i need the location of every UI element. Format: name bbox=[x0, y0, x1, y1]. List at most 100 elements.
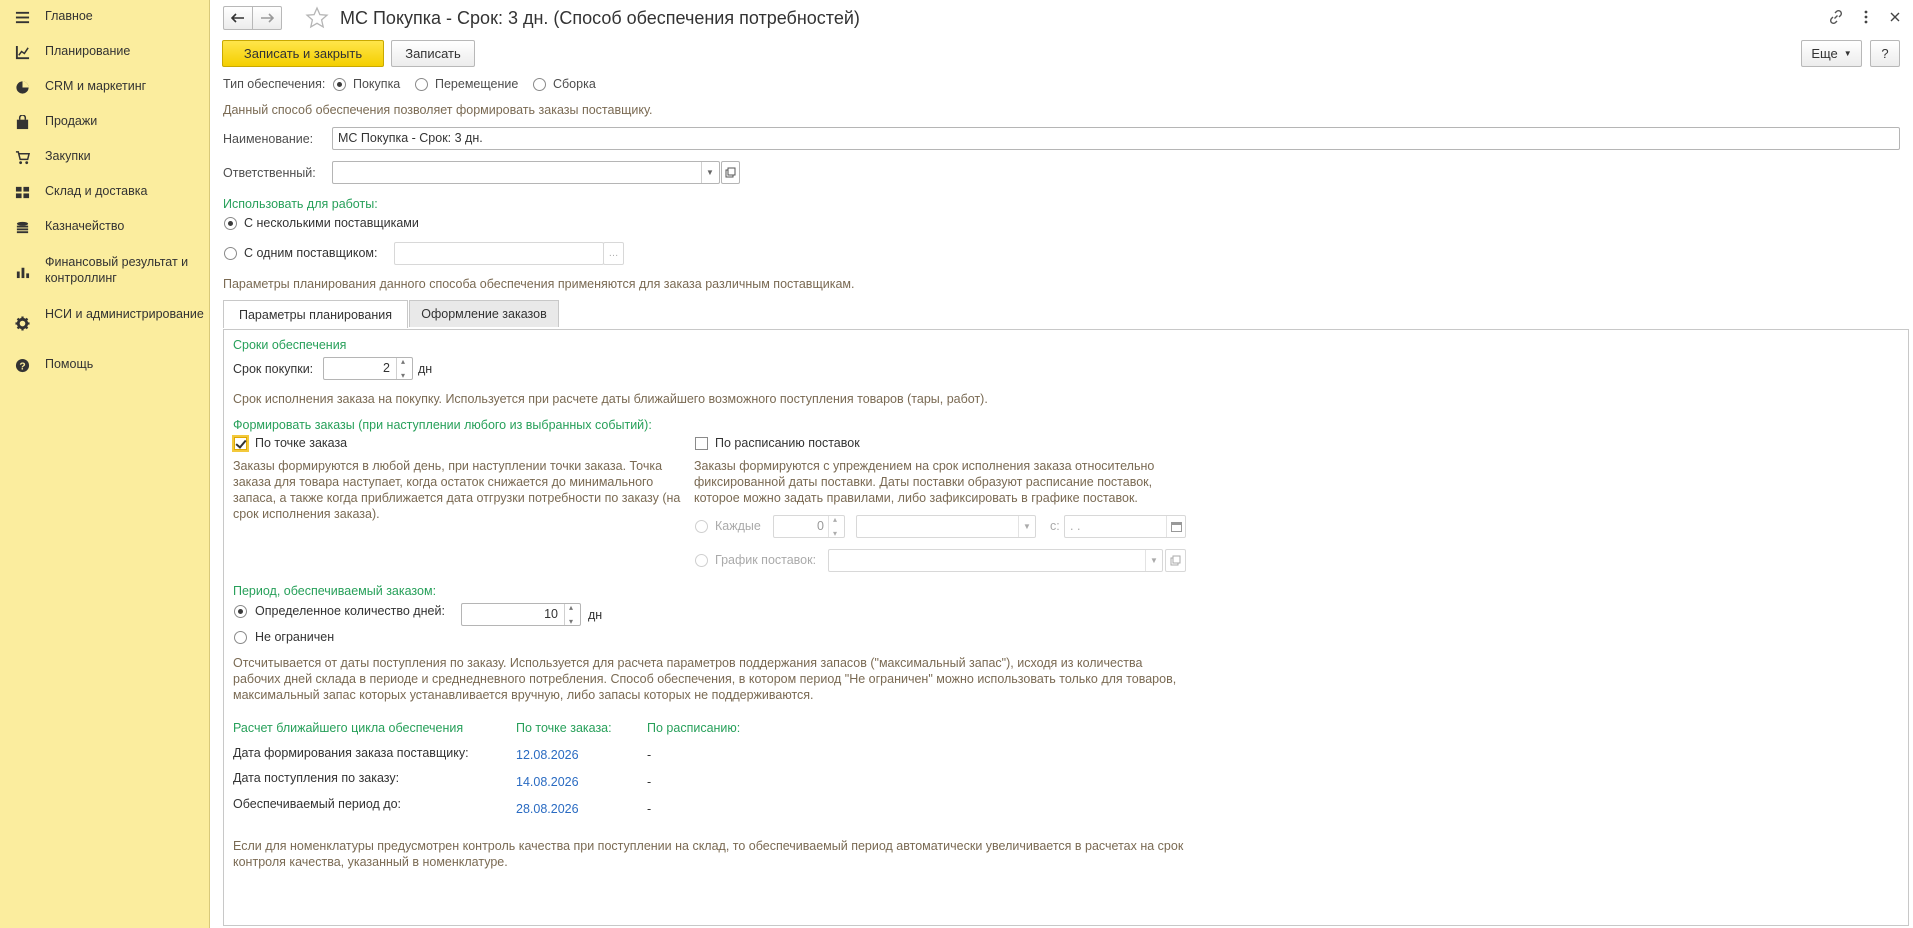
supply-type-transfer-label[interactable]: Перемещение bbox=[435, 77, 518, 91]
by-order-point-checkbox[interactable] bbox=[234, 437, 247, 450]
save-button[interactable]: Записать bbox=[391, 40, 475, 67]
sidebar-item-help[interactable]: ? Помощь bbox=[0, 356, 210, 374]
responsible-dropdown-icon[interactable]: ▼ bbox=[701, 162, 718, 183]
name-input[interactable]: МС Покупка - Срок: 3 дн. bbox=[332, 127, 1900, 150]
schedule-input[interactable] bbox=[828, 549, 1163, 572]
sidebar-item-crm[interactable]: CRM и маркетинг bbox=[0, 78, 210, 96]
cycle-row-schedule-date: - bbox=[647, 775, 652, 789]
responsible-label: Ответственный: bbox=[223, 166, 316, 180]
schedule-radio[interactable] bbox=[695, 554, 708, 567]
supply-type-note: Данный способ обеспечения позволяет форм… bbox=[223, 103, 653, 117]
bar-chart-icon bbox=[14, 263, 30, 279]
sidebar-item-main[interactable]: Главное bbox=[0, 8, 210, 26]
period-unlimited-label[interactable]: Не ограничен bbox=[255, 630, 334, 644]
gear-icon bbox=[14, 315, 30, 331]
name-label: Наименование: bbox=[223, 132, 314, 146]
chevron-down-icon: ▼ bbox=[1843, 49, 1852, 58]
cycle-row-point-date[interactable]: 14.08.2026 bbox=[516, 775, 579, 789]
by-schedule-label[interactable]: По расписанию поставок bbox=[715, 436, 860, 450]
every-period-dropdown-icon[interactable]: ▼ bbox=[1018, 516, 1035, 537]
cycle-row-schedule-date: - bbox=[647, 748, 652, 762]
supply-type-purchase-label[interactable]: Покупка bbox=[353, 77, 400, 91]
use-for-work-heading: Использовать для работы: bbox=[223, 197, 378, 211]
sidebar-item-label: Закупки bbox=[45, 149, 91, 163]
purchase-term-label: Срок покупки: bbox=[233, 362, 314, 376]
period-days-stepper[interactable] bbox=[564, 603, 580, 626]
more-vertical-icon[interactable] bbox=[1861, 9, 1871, 25]
form-orders-heading: Формировать заказы (при наступлении любо… bbox=[233, 418, 652, 432]
one-supplier-radio[interactable] bbox=[224, 247, 237, 260]
sidebar-item-sales[interactable]: Продажи bbox=[0, 113, 210, 131]
cycle-row-point-date[interactable]: 28.08.2026 bbox=[516, 802, 579, 816]
open-schedule-icon[interactable] bbox=[1165, 549, 1186, 572]
cycle-col-schedule: По расписанию: bbox=[647, 721, 741, 735]
more-button[interactable]: Еще ▼ bbox=[1801, 40, 1862, 67]
purchase-term-stepper[interactable] bbox=[396, 357, 412, 380]
supplier-input[interactable] bbox=[394, 242, 604, 265]
sidebar-item-planning[interactable]: Планирование bbox=[0, 43, 210, 61]
supply-terms-heading: Сроки обеспечения bbox=[233, 338, 347, 352]
responsible-input[interactable] bbox=[332, 161, 720, 184]
period-fixed-label[interactable]: Определенное количество дней: bbox=[255, 604, 445, 618]
cycle-heading: Расчет ближайшего цикла обеспечения bbox=[233, 721, 464, 735]
purchase-term-unit: дн bbox=[418, 362, 433, 376]
by-schedule-checkbox[interactable] bbox=[695, 437, 708, 450]
sidebar-item-label: Планирование bbox=[45, 44, 131, 58]
forward-button[interactable] bbox=[252, 6, 282, 30]
main-area: МС Покупка - Срок: 3 дн. (Способ обеспеч… bbox=[211, 0, 1913, 928]
sidebar-item-purchases[interactable]: Закупки bbox=[0, 148, 210, 166]
help-button[interactable]: ? bbox=[1870, 40, 1900, 67]
cycle-col-point: По точке заказа: bbox=[516, 721, 612, 735]
many-suppliers-radio[interactable] bbox=[224, 217, 237, 230]
supply-type-label: Тип обеспечения: bbox=[223, 77, 326, 91]
arrow-right-icon bbox=[260, 11, 275, 26]
supply-type-assembly-label[interactable]: Сборка bbox=[553, 77, 596, 91]
link-icon[interactable] bbox=[1828, 9, 1844, 25]
supply-type-assembly-radio[interactable] bbox=[533, 78, 546, 91]
period-fixed-radio[interactable] bbox=[234, 605, 247, 618]
by-order-point-label[interactable]: По точке заказа bbox=[255, 436, 347, 450]
schedule-dropdown-icon[interactable]: ▼ bbox=[1145, 550, 1162, 571]
favorite-star-icon[interactable] bbox=[305, 6, 329, 30]
period-note: Отсчитывается от даты поступления по зак… bbox=[233, 656, 1177, 702]
one-supplier-label[interactable]: С одним поставщиком: bbox=[244, 246, 377, 260]
tab-planning-parameters[interactable]: Параметры планирования bbox=[223, 300, 408, 328]
open-responsible-icon[interactable] bbox=[721, 161, 740, 184]
sidebar-item-label: НСИ и администрирование bbox=[45, 307, 204, 321]
supply-type-transfer-radio[interactable] bbox=[415, 78, 428, 91]
many-suppliers-label[interactable]: С несколькими поставщиками bbox=[244, 216, 419, 230]
menu-icon bbox=[14, 9, 30, 25]
schedule-label[interactable]: График поставок: bbox=[715, 553, 816, 567]
sidebar-item-label: Главное bbox=[45, 9, 93, 23]
cycle-row-schedule-date: - bbox=[647, 802, 652, 816]
warehouse-icon bbox=[14, 184, 30, 200]
save-and-close-button[interactable]: Записать и закрыть bbox=[222, 40, 384, 67]
every-radio[interactable] bbox=[695, 520, 708, 533]
svg-text:?: ? bbox=[19, 361, 25, 372]
sidebar-item-treasury[interactable]: Казначейство bbox=[0, 218, 210, 236]
every-label[interactable]: Каждые bbox=[715, 519, 761, 533]
supplier-select-icon[interactable]: … bbox=[603, 242, 624, 265]
tab-order-processing[interactable]: Оформление заказов bbox=[409, 300, 559, 327]
calendar-icon[interactable] bbox=[1166, 516, 1185, 537]
period-days-input[interactable]: 10 bbox=[461, 603, 581, 626]
sidebar-item-label: Склад и доставка bbox=[45, 184, 148, 198]
sidebar-item-finance[interactable]: Финансовый результат и контроллинг bbox=[0, 254, 210, 288]
sidebar-item-label: Помощь bbox=[45, 357, 94, 371]
bag-icon bbox=[14, 114, 30, 130]
every-period-select[interactable] bbox=[856, 515, 1036, 538]
supply-type-purchase-radio[interactable] bbox=[333, 78, 346, 91]
back-button[interactable] bbox=[223, 6, 253, 30]
from-label: с: bbox=[1050, 519, 1060, 533]
cart-icon bbox=[14, 149, 30, 165]
close-icon[interactable] bbox=[1888, 9, 1902, 25]
every-stepper[interactable] bbox=[828, 515, 844, 538]
page-title: МС Покупка - Срок: 3 дн. (Способ обеспеч… bbox=[340, 8, 860, 28]
period-unlimited-radio[interactable] bbox=[234, 631, 247, 644]
cycle-row-point-date[interactable]: 12.08.2026 bbox=[516, 748, 579, 762]
sidebar-item-label: Финансовый результат и контроллинг bbox=[45, 255, 189, 285]
sidebar-item-warehouse[interactable]: Склад и доставка bbox=[0, 183, 210, 201]
by-order-point-note: Заказы формируются в любой день, при нас… bbox=[233, 459, 681, 521]
sidebar-item-admin[interactable]: НСИ и администрирование bbox=[0, 306, 210, 340]
planning-icon bbox=[14, 44, 30, 60]
